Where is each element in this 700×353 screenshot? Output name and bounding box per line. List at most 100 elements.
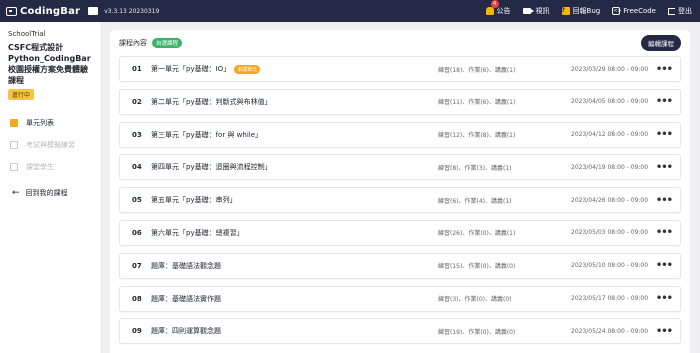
more-icon[interactable]: ••• — [656, 64, 673, 75]
more-icon[interactable]: ••• — [656, 96, 673, 107]
unit-name: 第六單元「py基礎：總複習」 — [151, 228, 244, 237]
unit-number: 03 — [132, 130, 142, 139]
brand-name: CodingBar — [20, 5, 81, 17]
unopened-badge: 未開單元 — [234, 64, 261, 74]
unit-counts: 練習(15)、作業(0)、講義(0) — [438, 263, 516, 271]
unit-name: 第二單元「py基礎：判斷式與布林值」 — [151, 97, 272, 106]
unit-counts: 練習(3)、作業(0)、講義(0) — [438, 296, 512, 304]
unit-number: 02 — [132, 97, 142, 106]
brand-logo[interactable]: CodingBar — [6, 6, 80, 17]
unit-number: 06 — [132, 228, 142, 237]
sidebar-item-label: 課堂學生 — [26, 163, 54, 171]
more-icon[interactable]: ••• — [656, 326, 673, 337]
report-bug-button[interactable]: ? 回報Bug — [561, 6, 601, 16]
sidebar-nav: 單元列表 考試與模擬練習 課堂學生 — [0, 112, 101, 178]
bell-icon — [485, 7, 494, 15]
unit-date: 2023/05/03 08:00 - 09:00 — [571, 229, 649, 237]
more-icon[interactable]: ••• — [656, 227, 673, 238]
unit-row[interactable]: 03 第三單元「py基礎：for 與 while」 練習(12)、作業(8)、講… — [119, 121, 681, 148]
unit-list: 01 第一單元「py基礎：IO」 未開單元 練習(18)、作業(6)、講義(1)… — [110, 56, 690, 345]
unit-number: 09 — [132, 327, 142, 336]
unit-number: 04 — [132, 163, 142, 172]
course-mode-badge: 自選課程 — [152, 38, 183, 48]
report-bug-label: 回報Bug — [572, 7, 601, 15]
unit-name: 第五單元「py基礎：串列」 — [151, 196, 237, 205]
more-icon[interactable]: ••• — [656, 162, 673, 173]
course-title: CSFC程式設計Python_CodingBar校園授權方案免費體驗課程 — [8, 43, 91, 85]
unit-number: 01 — [132, 65, 142, 73]
announcement-button[interactable]: 4 公告 — [485, 0, 511, 16]
unit-number: 05 — [132, 196, 142, 205]
sidebar-item-label: 單元列表 — [26, 119, 54, 127]
more-icon[interactable]: ••• — [656, 293, 673, 304]
notification-badge: 4 — [490, 0, 499, 8]
unit-counts: 練習(26)、作業(0)、講義(1) — [438, 230, 516, 238]
sidebar-item-label: 考試與模擬練習 — [26, 141, 75, 149]
unit-row[interactable]: 05 第五單元「py基礎：串列」 練習(6)、作業(4)、講義(1) 2023/… — [119, 187, 681, 214]
students-icon — [10, 163, 18, 171]
code-icon: <> — [612, 7, 622, 15]
unit-name: 第一單元「py基礎：IO」 — [151, 65, 231, 73]
unit-name: 第四單元「py基礎：迴圈與流程控制」 — [151, 163, 272, 172]
unit-row[interactable]: 09 題庫：四則運算觀念題 練習(19)、作業(0)、講義(0) 2023/05… — [119, 318, 681, 345]
sidebar-item-exams[interactable]: 考試與模擬練習 — [0, 134, 101, 156]
folder-icon[interactable] — [88, 7, 99, 15]
back-label: 回到我的課程 — [25, 189, 68, 197]
page-title: 課程內容 — [119, 39, 147, 47]
status-badge: 進行中 — [8, 89, 35, 100]
unit-row[interactable]: 02 第二單元「py基礎：判斷式與布林值」 練習(11)、作業(6)、講義(1)… — [119, 88, 681, 115]
more-icon[interactable]: ••• — [656, 195, 673, 206]
video-icon — [522, 8, 534, 14]
unit-name: 題庫：四則運算觀念題 — [151, 327, 221, 336]
announcement-label: 公告 — [496, 7, 511, 15]
logo-icon — [6, 6, 17, 16]
unit-date: 2023/04/26 08:00 - 09:00 — [571, 196, 649, 204]
freecode-button[interactable]: <> FreeCode — [612, 7, 656, 15]
exam-icon — [10, 141, 18, 149]
unit-date: 2023/04/05 08:00 - 09:00 — [571, 98, 649, 106]
unit-date: 2023/05/17 08:00 - 09:00 — [571, 295, 649, 303]
unit-date: 2023/05/24 08:00 - 09:00 — [571, 327, 649, 335]
unit-date: 2023/04/19 08:00 - 09:00 — [571, 163, 649, 171]
unit-name: 第三單元「py基礎：for 與 while」 — [151, 130, 263, 139]
main-panel: 課程內容 自選課程 編輯課程 01 第一單元「py基礎：IO」 未開單元 練習(… — [110, 30, 690, 353]
sidebar-item-units[interactable]: 單元列表 — [0, 112, 101, 134]
unit-counts: 練習(8)、作業(3)、講義(1) — [438, 164, 512, 172]
logout-label: 登出 — [678, 7, 692, 15]
main-header: 課程內容 自選課程 編輯課程 — [110, 30, 690, 56]
unit-counts: 練習(18)、作業(6)、講義(1) — [438, 66, 516, 74]
unit-number: 07 — [132, 261, 142, 270]
unit-date: 2023/04/12 08:00 - 09:00 — [571, 131, 649, 139]
unit-row[interactable]: 06 第六單元「py基礎：總複習」 練習(26)、作業(0)、講義(1) 202… — [119, 219, 681, 246]
units-icon — [10, 119, 18, 127]
unit-name: 題庫：基礎語法實作題 — [151, 294, 221, 303]
question-icon: ? — [561, 7, 570, 15]
unit-row[interactable]: 04 第四單元「py基礎：迴圈與流程控制」 練習(8)、作業(3)、講義(1) … — [119, 154, 681, 181]
unit-row[interactable]: 08 題庫：基礎語法實作題 練習(3)、作業(0)、講義(0) 2023/05/… — [119, 285, 681, 312]
unit-row[interactable]: 01 第一單元「py基礎：IO」 未開單元 練習(18)、作業(6)、講義(1)… — [119, 56, 681, 82]
more-icon[interactable]: ••• — [656, 260, 673, 271]
edit-course-button[interactable]: 編輯課程 — [641, 35, 681, 51]
unit-number: 08 — [132, 294, 142, 303]
unit-counts: 練習(11)、作業(6)、講義(1) — [438, 99, 516, 107]
unit-counts: 練習(19)、作業(0)、講義(0) — [438, 328, 516, 336]
arrow-left-icon: ← — [12, 188, 20, 198]
unit-name: 題庫：基礎語法觀念題 — [151, 261, 221, 270]
video-button[interactable]: 視訊 — [522, 6, 550, 16]
unit-date: 2023/03/29 08:00 - 09:00 — [571, 65, 649, 73]
unit-row[interactable]: 07 題庫：基礎語法觀念題 練習(15)、作業(0)、講義(0) 2023/05… — [119, 252, 681, 279]
back-to-courses-link[interactable]: ← 回到我的課程 — [0, 186, 101, 200]
logout-icon — [668, 7, 675, 15]
school-name: SchoolTrial — [8, 30, 46, 38]
unit-date: 2023/05/10 08:00 - 09:00 — [571, 262, 649, 270]
more-icon[interactable]: ••• — [656, 129, 673, 140]
video-label: 視訊 — [535, 7, 550, 15]
logout-button[interactable]: 登出 — [668, 6, 692, 16]
freecode-label: FreeCode — [623, 7, 656, 15]
sidebar-item-students[interactable]: 課堂學生 — [0, 156, 101, 178]
unit-counts: 練習(12)、作業(8)、講義(1) — [438, 132, 516, 140]
sidebar: SchoolTrial CSFC程式設計Python_CodingBar校園授權… — [0, 22, 102, 353]
unit-counts: 練習(6)、作業(4)、講義(1) — [438, 197, 512, 205]
top-bar: CodingBar v3.3.13 20230319 4 公告 視訊 ? 回報B… — [0, 0, 700, 22]
version-label: v3.3.13 20230319 — [104, 7, 160, 15]
